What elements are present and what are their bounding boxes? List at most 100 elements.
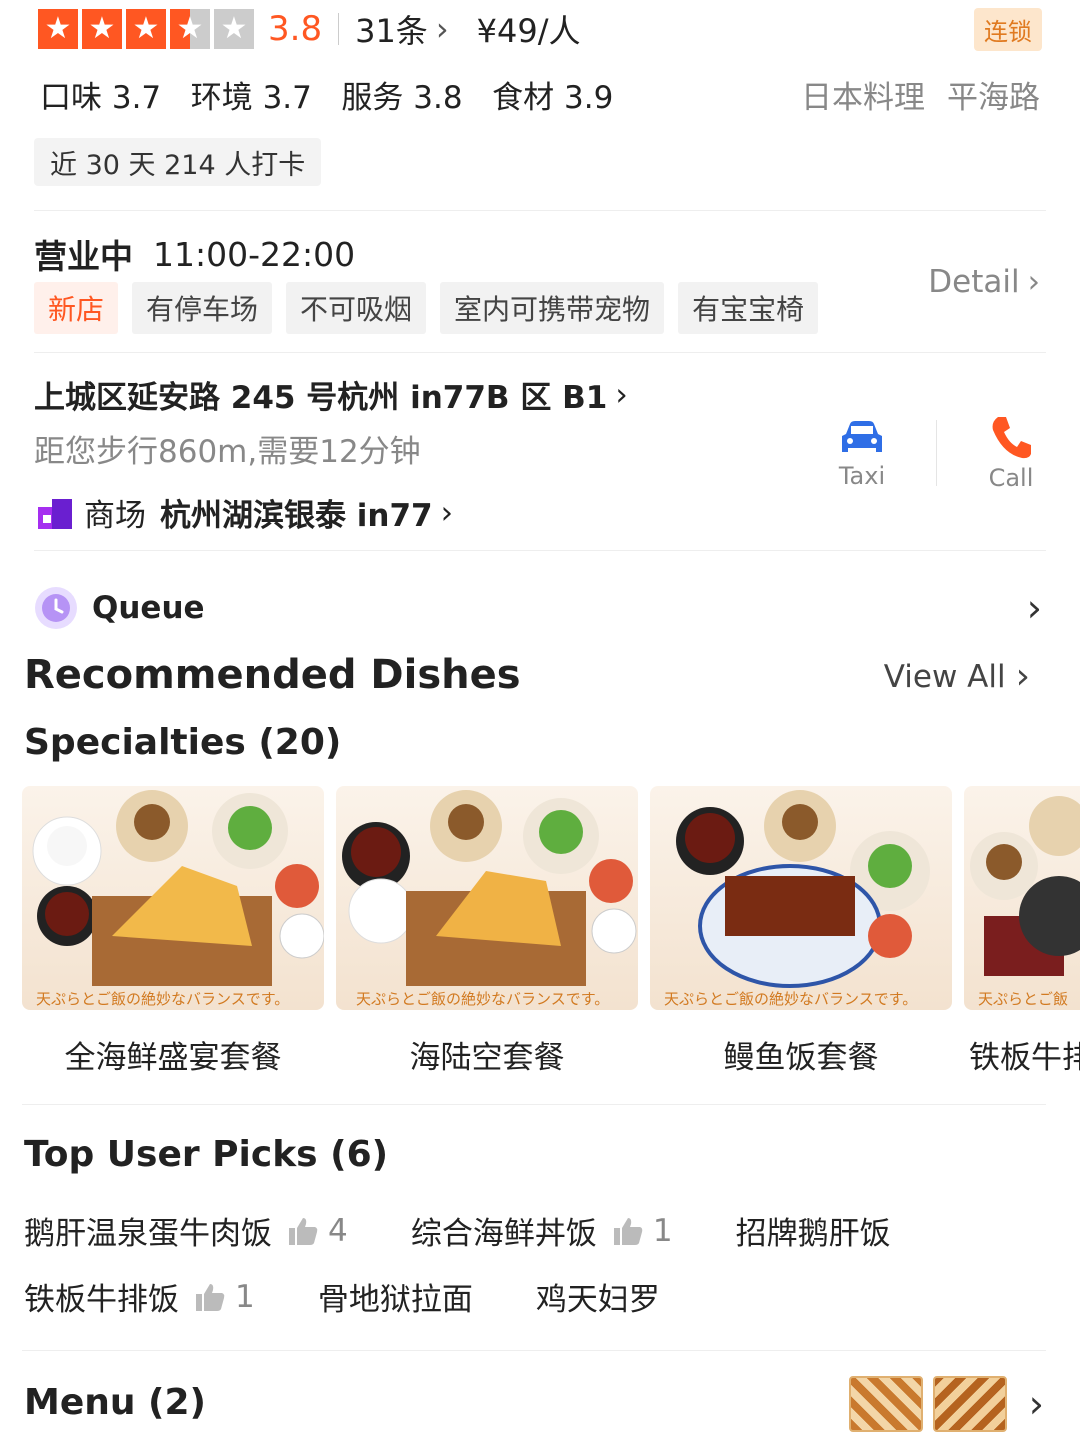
review-count-link[interactable]: 31条 › <box>355 6 449 52</box>
dish-caption: 天ぷらとご飯の絶妙なバランスです。 <box>664 990 917 1008</box>
star-rating: ★ ★ ★ ★ ★ <box>38 9 258 49</box>
category-info[interactable]: 日本料理 平海路 <box>801 72 1040 117</box>
pick-name: 综合海鲜丼饭 <box>410 1216 597 1252</box>
price-per-person: ¥49/人 <box>476 12 581 50</box>
rating-score: 3.8 <box>268 9 323 49</box>
chevron-right-icon: › <box>440 494 454 531</box>
mall-name: 杭州湖滨银泰 in77 <box>160 498 433 534</box>
pick-name: 骨地狱拉面 <box>317 1282 473 1318</box>
mall-icon <box>38 497 72 529</box>
pick-item[interactable]: 铁板牛排饭 1 <box>24 1274 255 1319</box>
call-button[interactable]: Call <box>972 414 1050 492</box>
star-empty-icon: ★ <box>214 9 254 49</box>
pick-likes: 1 <box>652 1212 673 1249</box>
dish-carousel[interactable]: 天ぷらとご飯の絶妙なバランスです。 全海鲜盛宴套餐 天ぷらとご飯の絶妙なバランス… <box>22 786 1080 1077</box>
chevron-right-icon: › <box>1028 1382 1044 1426</box>
divider <box>34 550 1046 551</box>
rating-row: ★ ★ ★ ★ ★ 3.8 31条 › ¥49/人 <box>38 6 580 52</box>
dish-image: 天ぷらとご飯の絶妙なバランスです。 <box>22 786 324 1010</box>
chevron-right-icon: › <box>1026 586 1042 630</box>
dish-caption: 天ぷらとご飯の絶妙なバランスです。 <box>356 990 609 1008</box>
tag-baby-chair: 有宝宝椅 <box>678 282 819 334</box>
chevron-right-icon: › <box>615 376 628 413</box>
queue-label: Queue <box>92 590 205 626</box>
checkin-badge[interactable]: 近 30 天 214 人打卡 <box>34 138 322 186</box>
area: 平海路 <box>947 80 1040 116</box>
pick-likes: 4 <box>328 1212 348 1249</box>
star-half-icon: ★ <box>170 9 210 49</box>
dish-name: 鳗鱼饭套餐 <box>723 1040 879 1076</box>
feature-tags: 新店 有停车场 不可吸烟 室内可携带宠物 有宝宝椅 <box>34 282 832 334</box>
pick-name: 铁板牛排饭 <box>24 1282 179 1318</box>
pick-name: 鹅肝温泉蛋牛肉饭 <box>24 1216 272 1252</box>
pick-item[interactable]: 骨地狱拉面 <box>318 1274 473 1319</box>
divider <box>338 13 340 45</box>
dish-card[interactable]: 天ぷらとご飯の絶妙なバランスです。 鳗鱼饭套餐 <box>650 786 952 1077</box>
divider <box>22 1350 1046 1351</box>
call-label: Call <box>988 464 1034 492</box>
dish-caption: 天ぷらとご飯の絶妙なバランスです。 <box>36 990 289 1008</box>
divider <box>22 1104 1046 1105</box>
pick-item[interactable]: 综合海鲜丼饭 1 <box>411 1208 673 1253</box>
hours-time: 11:00-22:00 <box>153 234 356 274</box>
chevron-right-icon: › <box>1027 264 1040 300</box>
dish-card[interactable]: 天ぷらとご飯の絶妙なバランスです。 海陆空套餐 <box>336 786 638 1077</box>
pick-item[interactable]: 招牌鹅肝饭 <box>736 1208 891 1253</box>
specialties-title: Specialties (20) <box>24 722 342 763</box>
tag-parking: 有停车场 <box>132 282 273 334</box>
tag-pets: 室内可携带宠物 <box>440 282 665 334</box>
mall-link[interactable]: 商场 杭州湖滨银泰 in77 › <box>38 490 453 535</box>
dish-name: 海陆空套餐 <box>409 1040 565 1076</box>
view-all-button[interactable]: View All › <box>884 656 1030 697</box>
mall-label: 商场 <box>84 498 146 534</box>
pick-item[interactable]: 鹅肝温泉蛋牛肉饭 4 <box>24 1208 348 1253</box>
dish-caption: 天ぷらとご飯 <box>978 990 1068 1008</box>
dish-image: 天ぷらとご飯の絶妙なバランスです。 <box>336 786 638 1010</box>
dish-image: 天ぷらとご飯の絶妙なバランスです。 <box>650 786 952 1010</box>
picks-row-1: 鹅肝温泉蛋牛肉饭 4 综合海鲜丼饭 1 招牌鹅肝饭 <box>24 1208 949 1253</box>
pick-name: 招牌鹅肝饭 <box>735 1216 891 1252</box>
chevron-right-icon: › <box>435 10 449 48</box>
tag-new-store: 新店 <box>34 282 119 334</box>
business-hours: 营业中 11:00-22:00 <box>34 230 355 278</box>
address-link[interactable]: 上城区延安路 245 号杭州 in77B 区 B1 › <box>34 372 628 417</box>
view-all-label: View All <box>883 658 1006 695</box>
divider <box>34 210 1046 211</box>
pick-item[interactable]: 鸡天妇罗 <box>536 1274 660 1319</box>
star-icon: ★ <box>126 9 166 49</box>
section-title-top-picks: Top User Picks (6) <box>24 1134 389 1175</box>
tag-no-smoking: 不可吸烟 <box>286 282 427 334</box>
review-count: 31条 <box>355 12 428 50</box>
thumbs-up-icon <box>288 1216 318 1246</box>
menu-thumbnail <box>932 1376 1007 1432</box>
dish-name: 铁板牛排 <box>969 1040 1080 1076</box>
divider <box>34 352 1046 353</box>
open-status: 营业中 <box>34 237 133 276</box>
thumbs-up-icon <box>613 1216 643 1246</box>
detail-label: Detail <box>928 264 1020 300</box>
dish-card[interactable]: 天ぷらとご飯の絶妙なバランスです。 全海鲜盛宴套餐 <box>22 786 324 1077</box>
pick-likes: 1 <box>235 1278 255 1315</box>
taxi-label: Taxi <box>838 462 886 490</box>
phone-icon <box>972 414 1050 464</box>
menu-link[interactable]: › <box>848 1376 1044 1432</box>
cuisine: 日本料理 <box>801 80 925 116</box>
section-title-menu: Menu (2) <box>24 1382 206 1423</box>
chevron-right-icon: › <box>1015 656 1030 697</box>
dish-image: 天ぷらとご飯 <box>964 786 1080 1010</box>
thumbs-up-icon <box>195 1282 225 1312</box>
dish-name: 全海鲜盛宴套餐 <box>64 1040 282 1076</box>
detail-button[interactable]: Detail › <box>928 264 1040 300</box>
walking-distance: 距您步行860m,需要12分钟 <box>34 434 421 470</box>
pick-name: 鸡天妇罗 <box>535 1282 660 1318</box>
queue-row[interactable]: Queue › <box>34 586 1042 630</box>
menu-thumbnail <box>848 1376 923 1432</box>
dish-card[interactable]: 天ぷらとご飯 铁板牛排 <box>964 786 1080 1077</box>
clock-icon <box>34 586 78 630</box>
chain-badge: 连锁 <box>974 8 1042 51</box>
divider <box>936 420 937 486</box>
picks-row-2: 铁板牛排饭 1 骨地狱拉面 鸡天妇罗 <box>24 1274 718 1319</box>
section-title-recommended: Recommended Dishes <box>24 652 521 698</box>
sub-scores: 口味 3.7 环境 3.7 服务 3.8 食材 3.9 <box>40 80 614 116</box>
taxi-button[interactable]: Taxi <box>822 418 902 490</box>
